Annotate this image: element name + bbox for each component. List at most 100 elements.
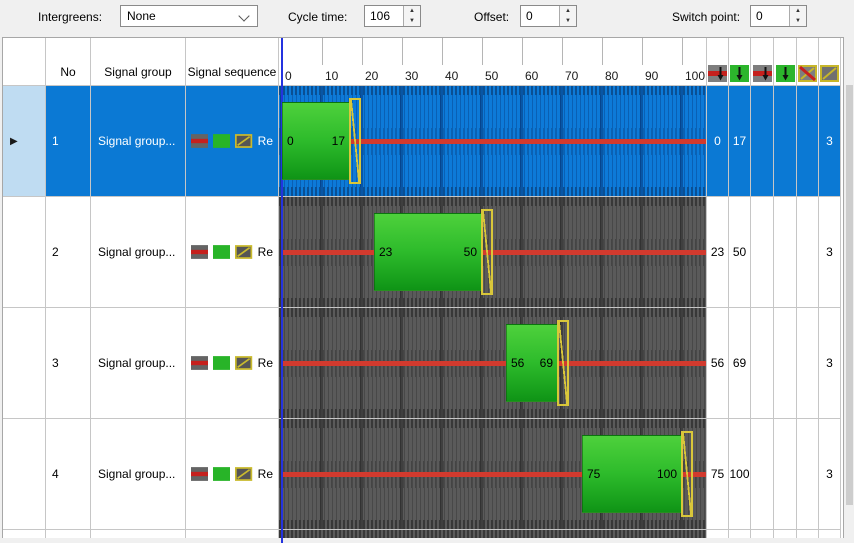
red-state-icon [191,466,208,482]
timeline-axis: 0102030405060708090100 [279,38,707,86]
amber-icon [820,65,839,82]
cycle-time-label: Cycle time: [288,10,347,24]
cycle-time-spinner[interactable]: 106 ▲▼ [364,5,421,27]
amber-value-cell[interactable]: 3 [819,86,841,197]
row-selector-cell[interactable]: ▶ [3,86,46,197]
column-header-green-end-1 [729,38,751,86]
partial-row-cell [819,530,841,538]
red-end-2-value-cell[interactable] [751,419,774,530]
red-end-2-value-cell[interactable] [751,308,774,419]
timeline-cell[interactable]: 017 [279,86,707,197]
axis-tick-label: 100 [685,69,705,83]
cycle-time-value: 106 [370,9,390,23]
sequence-name: Re [258,134,278,148]
partial-row-cell [46,530,91,538]
offset-spinner[interactable]: 0 ▲▼ [520,5,577,27]
green-state-icon [213,244,230,260]
signal-group-cell[interactable]: Signal group... [91,308,186,419]
partial-row-cell [751,530,774,538]
green-start-value: 75 [587,467,600,481]
green-phase-bar[interactable]: 017 [282,102,350,180]
amber-state-icon [235,244,252,260]
switch-point-value: 0 [756,9,763,23]
spin-down-icon[interactable]: ▼ [790,16,806,26]
axis-tick-label: 0 [285,69,292,83]
intergreens-dropdown[interactable]: None [120,5,258,27]
red-state-icon [191,355,208,371]
column-header-red-end-2 [751,38,774,86]
red-amber-value-cell[interactable] [797,86,819,197]
red-amber-value-cell[interactable] [797,419,819,530]
no-cell[interactable]: 2 [46,197,91,308]
vertical-scrollbar[interactable] [845,37,854,543]
signal-sequence-cell[interactable]: Re [186,197,279,308]
timeline-cell[interactable]: 5669 [279,308,707,419]
red-state-icon [191,244,208,260]
row-selector-header [3,38,46,86]
green-end-2-value-cell[interactable] [774,197,797,308]
signal-group-cell[interactable]: Signal group... [91,86,186,197]
row-selector-cell[interactable] [3,308,46,419]
red-phase-line [282,250,706,255]
green-state-icon [213,133,230,149]
green-end-2-value-cell[interactable] [774,308,797,419]
column-header-no: No [46,38,91,86]
green-start-value: 23 [379,245,392,259]
amber-value-cell[interactable]: 3 [819,308,841,419]
axis-tick-label: 20 [365,69,378,83]
red-end-value-cell[interactable]: 56 [707,308,729,419]
scrollbar-thumb[interactable] [846,85,853,505]
red-end-2-value-cell[interactable] [751,197,774,308]
amber-phase-strip[interactable] [681,431,693,517]
sequence-name: Re [258,245,278,259]
row-selector-cell[interactable] [3,197,46,308]
axis-tick-label: 80 [605,69,618,83]
green-end-value-cell[interactable]: 100 [729,419,751,530]
green-phase-bar[interactable]: 23 50 [374,213,482,291]
red-end-value-cell[interactable]: 75 [707,419,729,530]
timeline-cell[interactable]: 23 50 [279,197,707,308]
timeline-cell[interactable]: 75 100 [279,419,707,530]
green-end-value-cell[interactable]: 69 [729,308,751,419]
green-state-icon [213,466,230,482]
signal-sequence-cell[interactable]: Re [186,419,279,530]
red-amber-value-cell[interactable] [797,197,819,308]
green-end-2-value-cell[interactable] [774,86,797,197]
green-phase-bar[interactable]: 75 100 [582,435,682,513]
no-cell[interactable]: 1 [46,86,91,197]
spin-down-icon[interactable]: ▼ [404,16,420,26]
amber-phase-strip[interactable] [557,320,569,406]
intergreens-value: None [127,9,156,23]
signal-sequence-cell[interactable]: Re [186,86,279,197]
signal-sequence-cell[interactable]: Re [186,308,279,419]
offset-value: 0 [526,9,533,23]
red-amber-value-cell[interactable] [797,308,819,419]
green-end-value: 50 [464,245,477,259]
red-end-value-cell[interactable]: 0 [707,86,729,197]
signal-group-cell[interactable]: Signal group... [91,419,186,530]
amber-value-cell[interactable]: 3 [819,419,841,530]
amber-phase-strip[interactable] [481,209,493,295]
no-cell[interactable]: 4 [46,419,91,530]
switch-point-spinner[interactable]: 0 ▲▼ [750,5,807,27]
signal-group-cell[interactable]: Signal group... [91,197,186,308]
green-end-value-cell[interactable]: 50 [729,197,751,308]
intergreens-label: Intergreens: [38,10,102,24]
amber-phase-strip[interactable] [349,98,361,184]
amber-value-cell[interactable]: 3 [819,197,841,308]
green-end-2-value-cell[interactable] [774,419,797,530]
green-end-value: 100 [657,467,677,481]
red-end-2-value-cell[interactable] [751,86,774,197]
current-row-arrow-icon: ▶ [10,136,18,147]
row-selector-cell[interactable] [3,419,46,530]
red-state-icon [191,133,208,149]
spin-down-icon[interactable]: ▼ [560,16,576,26]
axis-tick-label: 90 [645,69,658,83]
partial-row-cell [707,530,729,538]
partial-row-cell [3,530,46,538]
green-end-value-cell[interactable]: 17 [729,86,751,197]
column-header-red-end-1 [707,38,729,86]
red-end-value-cell[interactable]: 23 [707,197,729,308]
green-phase-bar[interactable]: 5669 [506,324,558,402]
no-cell[interactable]: 3 [46,308,91,419]
